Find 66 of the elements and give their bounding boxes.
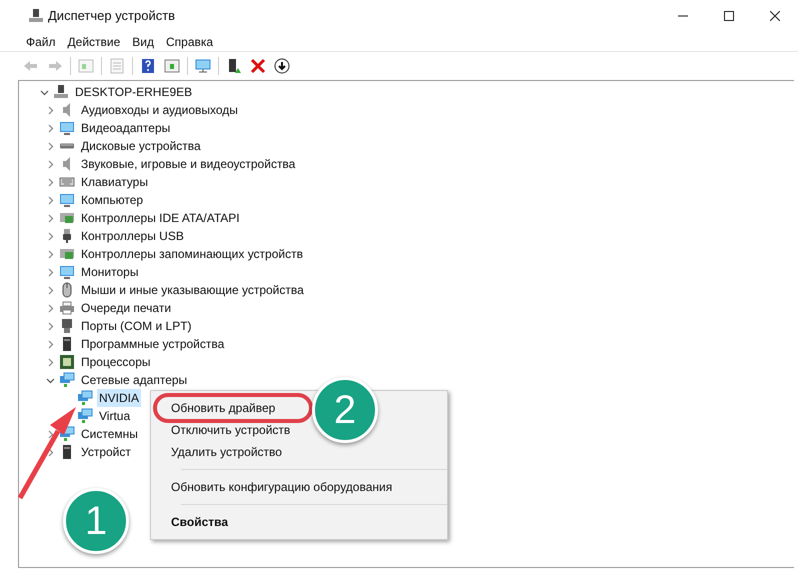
step-badge: 1 bbox=[63, 488, 129, 554]
tree-item[interactable]: Звуковые, игровые и видеоустройства bbox=[79, 155, 298, 173]
tree-item[interactable]: Порты (COM и LPT) bbox=[79, 317, 194, 335]
tree-item[interactable]: Контроллеры запоминающих устройств bbox=[79, 245, 305, 263]
monitor-icon bbox=[59, 192, 75, 208]
chevron-right-icon[interactable] bbox=[46, 124, 54, 132]
tree-item[interactable]: Сетевые адаптеры bbox=[79, 371, 190, 389]
chevron-right-icon[interactable] bbox=[46, 268, 54, 276]
menu-option[interactable]: Обновить драйвер bbox=[171, 399, 276, 417]
chevron-right-icon[interactable] bbox=[46, 106, 54, 114]
chevron-right-icon[interactable] bbox=[46, 358, 54, 366]
port-plug-icon bbox=[59, 318, 75, 334]
chevron-down-icon[interactable] bbox=[46, 376, 54, 384]
chevron-right-icon[interactable] bbox=[46, 178, 54, 186]
tree-item[interactable]: Мыши и иные указывающие устройства bbox=[79, 281, 306, 299]
chevron-right-icon[interactable] bbox=[46, 160, 54, 168]
chevron-right-icon[interactable] bbox=[46, 142, 54, 150]
close-icon[interactable] bbox=[770, 11, 780, 21]
monitor-icon bbox=[59, 264, 75, 280]
monitor-icon bbox=[59, 120, 75, 136]
chevron-right-icon[interactable] bbox=[46, 340, 54, 348]
tree-item[interactable]: Мониторы bbox=[79, 263, 140, 281]
tree-item[interactable]: NVIDIA bbox=[97, 389, 142, 407]
chevron-right-icon[interactable] bbox=[46, 214, 54, 222]
tree-item[interactable]: DESKTOP-ERHE9EB bbox=[73, 83, 194, 101]
chevron-right-icon[interactable] bbox=[46, 304, 54, 312]
menu-item[interactable]: Вид bbox=[128, 32, 158, 50]
tree-item[interactable]: Процессоры bbox=[79, 353, 152, 371]
tree-item[interactable]: Устройст bbox=[79, 443, 133, 461]
menu-item[interactable]: Действие bbox=[64, 32, 124, 50]
minimize-icon[interactable] bbox=[678, 15, 688, 17]
chevron-right-icon[interactable] bbox=[46, 196, 54, 204]
menu-item[interactable]: Файл bbox=[22, 32, 60, 50]
tree-item[interactable]: Дисковые устройства bbox=[79, 137, 203, 155]
network-icon bbox=[77, 390, 93, 406]
computer-icon bbox=[53, 84, 69, 100]
chevron-right-icon[interactable] bbox=[46, 250, 54, 258]
tree-item[interactable]: Системны bbox=[79, 425, 140, 443]
chevron-right-icon[interactable] bbox=[46, 286, 54, 294]
tree-item[interactable]: Очереди печати bbox=[79, 299, 174, 317]
circuit-card-icon bbox=[59, 210, 75, 226]
tree-item[interactable]: Virtua bbox=[97, 407, 132, 425]
printer-icon bbox=[59, 300, 75, 316]
menu-option[interactable]: Обновить конфигурацию оборудования bbox=[171, 478, 392, 496]
menu-item[interactable]: Справка bbox=[162, 32, 218, 50]
chevron-right-icon[interactable] bbox=[46, 232, 54, 240]
tree-item[interactable]: Контроллеры IDE ATA/ATAPI bbox=[79, 209, 242, 227]
tree-item[interactable]: Компьютер bbox=[79, 191, 146, 209]
tree-item[interactable]: Видеоадаптеры bbox=[79, 119, 172, 137]
tree-item[interactable]: Клавиатуры bbox=[79, 173, 150, 191]
menu-option[interactable]: Удалить устройство bbox=[171, 443, 282, 461]
chip-icon bbox=[59, 354, 75, 370]
chevron-down-icon[interactable] bbox=[40, 88, 48, 96]
device-manager-icon bbox=[28, 8, 44, 24]
maximize-icon[interactable] bbox=[724, 11, 734, 21]
circuit-card-icon bbox=[59, 246, 75, 262]
network-icon bbox=[59, 372, 75, 388]
chevron-right-icon[interactable] bbox=[46, 322, 54, 330]
tree-item[interactable]: Аудиовходы и аудиовыходы bbox=[79, 101, 240, 119]
network-icon bbox=[77, 408, 93, 424]
chevron-right-icon[interactable] bbox=[46, 430, 54, 438]
menu-option[interactable]: Свойства bbox=[171, 513, 228, 531]
tree-item[interactable]: Контроллеры USB bbox=[79, 227, 186, 245]
menu-option[interactable]: Отключить устройств bbox=[171, 421, 290, 439]
tree-item[interactable]: Программные устройства bbox=[79, 335, 226, 353]
window-title: Диспетчер устройств bbox=[48, 7, 176, 26]
